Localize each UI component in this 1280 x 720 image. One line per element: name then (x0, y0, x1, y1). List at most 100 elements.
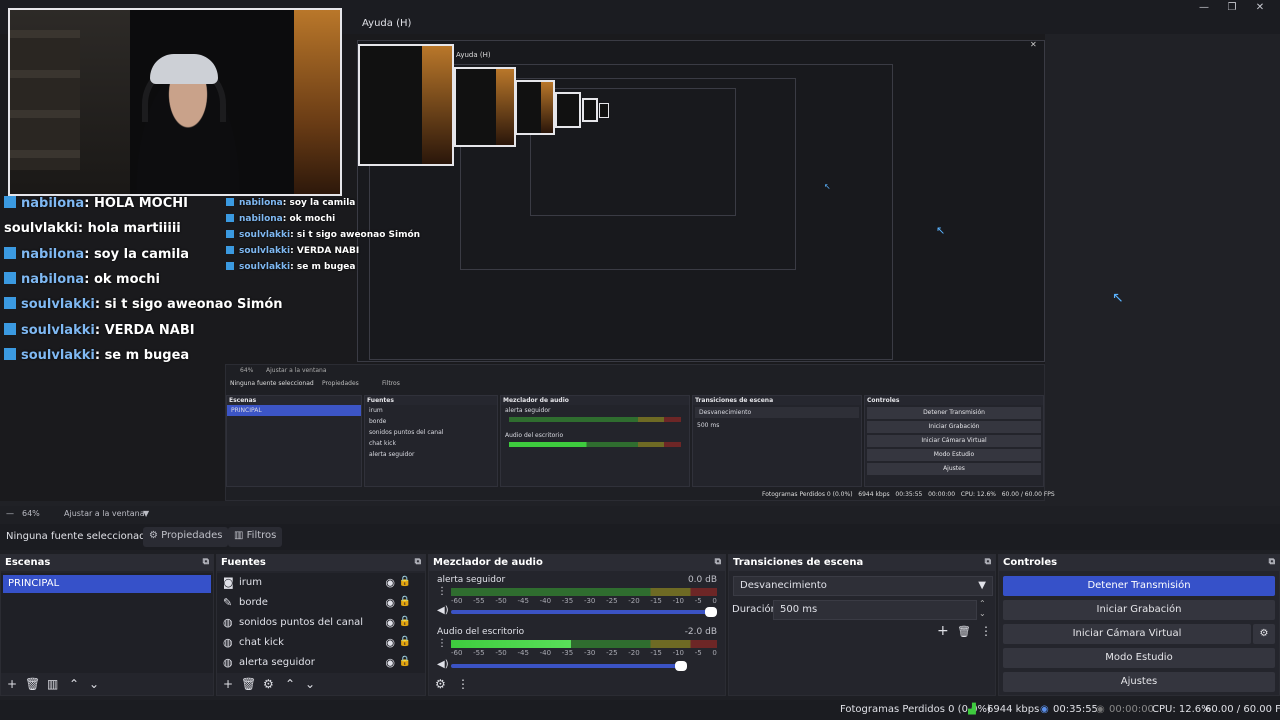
zoom-fit-label[interactable]: Ajustar a la ventana (64, 509, 145, 518)
tick-label: -20 (628, 597, 640, 605)
gear-icon[interactable]: ⚙ (263, 677, 274, 691)
start-recording-button[interactable]: Iniciar Grabación (1003, 600, 1275, 620)
tick-label: -50 (495, 597, 507, 605)
trash-icon[interactable]: 🗑 (957, 625, 971, 638)
kebab-icon[interactable]: ⋮ (457, 677, 469, 691)
sources-title: Fuentes (221, 557, 266, 568)
kebab-icon[interactable]: ⋮ (980, 624, 992, 638)
add-icon[interactable]: + (223, 677, 233, 691)
chat-message: soulvlakki: hola martiiiii (4, 221, 181, 236)
up-icon[interactable]: ⌃ (285, 677, 295, 691)
controls-title: Controles (1003, 557, 1058, 568)
close-button[interactable]: ✕ (1250, 2, 1270, 14)
settings-icon[interactable]: ⚙ (435, 677, 446, 691)
volume-slider[interactable] (451, 661, 687, 671)
settings-button[interactable]: Ajustes (1003, 672, 1275, 692)
studio-mode-button[interactable]: Modo Estudio (1003, 648, 1275, 668)
trash-icon[interactable]: 🗑 (241, 677, 256, 691)
nested-source-4: alerta seguidor (369, 451, 415, 458)
nested-source-1: borde (369, 418, 387, 425)
virtual-cam-settings-icon[interactable]: ⚙ (1253, 624, 1275, 644)
tick-label: -30 (583, 649, 596, 657)
source-row[interactable]: ◙ irum ◉ 🔒 (217, 573, 425, 593)
nested-zoom-percent: 64% (240, 367, 254, 374)
spinner-icon[interactable]: ⌃ ⌄ (979, 599, 986, 619)
speaker-icon[interactable]: ◀) (437, 659, 449, 670)
tick-label: -55 (473, 597, 485, 605)
nested-duration: 500 ms (697, 422, 720, 429)
nested-chat-message: nabilona: soy la camila (226, 198, 355, 208)
virtual-camera-button[interactable]: Iniciar Cámara Virtual (1003, 624, 1251, 644)
eye-icon[interactable]: ◉ (385, 576, 395, 589)
lock-icon[interactable]: 🔒 (399, 616, 411, 627)
source-row[interactable]: ✎ borde ◉ 🔒 (217, 593, 425, 613)
source-label: chat kick (239, 637, 284, 648)
kick-badge-icon (4, 271, 16, 284)
lock-icon[interactable]: 🔒 (399, 596, 411, 607)
popout-icon[interactable]: ⧉ (203, 557, 209, 567)
popout-icon[interactable]: ⧉ (1269, 557, 1275, 567)
menu-help[interactable]: Ayuda (H) (362, 18, 411, 29)
popout-icon[interactable]: ⧉ (415, 557, 421, 567)
minimize-button[interactable]: — (1194, 2, 1214, 14)
speaker-icon[interactable]: ◀) (437, 605, 449, 616)
collapse-icon[interactable]: — (6, 509, 14, 518)
lock-icon[interactable]: 🔒 (399, 636, 411, 647)
source-row[interactable]: ◍ chat kick ◉ 🔒 (217, 633, 425, 653)
transition-select[interactable]: Desvanecimiento ▼ (733, 576, 993, 596)
volume-slider[interactable] (451, 607, 717, 617)
chat-username: soulvlakki (21, 322, 95, 338)
scene-item-principal[interactable]: PRINCIPAL (3, 575, 211, 593)
volume-knob[interactable] (675, 661, 687, 671)
maximize-button[interactable]: ❐ (1222, 2, 1242, 14)
tick-label: -35 (561, 649, 574, 657)
stop-stream-button[interactable]: Detener Transmisión (1003, 576, 1275, 596)
nested-transitions-title: Transiciones de escena (693, 396, 861, 405)
chat-text: : HOLA MOCHI (84, 196, 188, 211)
popout-icon[interactable]: ⧉ (715, 557, 721, 567)
down-icon[interactable]: ⌄ (305, 677, 315, 691)
kebab-icon[interactable]: ⋮ (437, 638, 447, 649)
nested-chat-message: nabilona: ok mochi (226, 214, 335, 224)
eye-icon[interactable]: ◉ (385, 636, 395, 649)
eye-icon[interactable]: ◉ (385, 656, 395, 669)
zoom-dropdown-icon[interactable]: ▼ (143, 509, 149, 518)
mixer-title: Mezclador de audio (433, 557, 543, 568)
cursor-icon-nested: ↖ (936, 224, 946, 237)
cursor-icon: ↖ (1112, 290, 1124, 306)
kebab-icon[interactable]: ⋮ (437, 586, 447, 597)
tick-label: -5 (694, 649, 702, 657)
nested-scenes-dock: Escenas PRINCIPAL (226, 395, 362, 487)
up-icon[interactable]: ⌃ (69, 677, 79, 691)
filter-icon[interactable]: ▥ (47, 677, 58, 691)
lock-icon[interactable]: 🔒 (399, 576, 411, 587)
properties-button[interactable]: ⚙ Propiedades (143, 527, 229, 547)
kick-badge-icon (4, 347, 16, 360)
volume-knob[interactable] (705, 607, 717, 617)
nested-stop-stream: Detener Transmisión (867, 407, 1041, 419)
chat-username: nabilona (21, 271, 85, 287)
duration-field[interactable]: 500 ms (773, 600, 977, 620)
chat-text: : si t sigo aweonao Simón (290, 230, 421, 240)
no-source-label: Ninguna fuente seleccionad (6, 531, 146, 542)
stream-icon: ◉ (1040, 704, 1049, 715)
source-row[interactable]: ◍ sonidos puntos del canal ◉ 🔒 (217, 613, 425, 633)
add-icon[interactable]: + (7, 677, 17, 691)
lock-icon[interactable]: 🔒 (399, 656, 411, 667)
down-icon[interactable]: ⌄ (89, 677, 99, 691)
controls-header: Controles ⧉ (999, 555, 1279, 571)
chat-text: : se m bugea (94, 347, 190, 363)
camera-icon: ◙ (223, 576, 234, 589)
eye-icon[interactable]: ◉ (385, 616, 395, 629)
nested-scene-item: PRINCIPAL (227, 405, 361, 416)
kick-badge-icon (4, 246, 16, 259)
popout-icon[interactable]: ⧉ (985, 557, 991, 567)
chat-message: soulvlakki: si t sigo aweonao Simón (4, 297, 283, 312)
eye-icon[interactable]: ◉ (385, 596, 395, 609)
add-icon[interactable]: + (937, 623, 949, 639)
filters-button[interactable]: ▥ Filtros (228, 527, 283, 547)
trash-icon[interactable]: 🗑 (25, 677, 40, 691)
source-row[interactable]: ◍ alerta seguidor ◉ 🔒 (217, 653, 425, 673)
chat-username: soulvlakki (4, 221, 78, 237)
filters-label: Filtros (246, 530, 277, 541)
